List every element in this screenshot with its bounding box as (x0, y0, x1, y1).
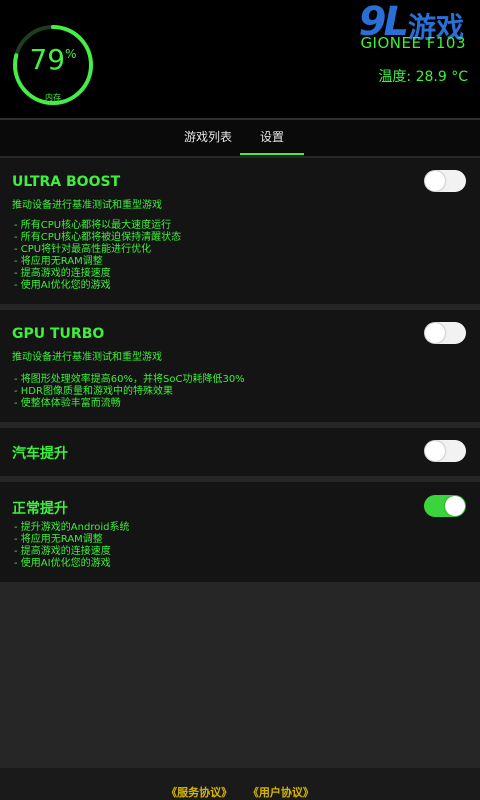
setting-feature-list: - 提升游戏的Android系统 - 将应用无RAM调整 - 提高游戏的连接速度… (14, 522, 129, 570)
toggle-knob (425, 441, 445, 461)
list-item: - CPU将针对最高性能进行优化 (14, 244, 152, 255)
list-item: - 使用AI优化您的游戏 (14, 558, 111, 569)
setting-card-gpu-turbo: GPU TURBO 推动设备进行基准测试和重型游戏 - 将图形处理效率提高60%… (0, 310, 480, 422)
toggle-knob (445, 496, 465, 516)
memory-label: 内存 (45, 93, 61, 102)
user-agreement-link[interactable]: 《用户协议》 (248, 786, 314, 799)
setting-subtitle: 推动设备进行基准测试和重型游戏 (12, 352, 162, 363)
tab-settings[interactable]: 设置 (240, 120, 304, 156)
active-tab-indicator (240, 153, 304, 155)
normal-boost-toggle[interactable] (424, 495, 466, 517)
setting-title: ULTRA BOOST (12, 174, 121, 190)
toggle-knob (425, 171, 445, 191)
service-agreement-link[interactable]: 《服务协议》 (166, 786, 232, 799)
setting-title: 汽车提升 (12, 446, 68, 462)
header: 79% 内存 9L 游戏 GIONEE F103 温度: 28.9 °C (0, 0, 480, 118)
gpu-turbo-toggle[interactable] (424, 322, 466, 344)
ultra-boost-toggle[interactable] (424, 170, 466, 192)
auto-boost-toggle[interactable] (424, 440, 466, 462)
list-item: - 提高游戏的连接速度 (14, 268, 111, 279)
tab-game-list[interactable]: 游戏列表 (168, 120, 248, 156)
setting-feature-list: - 将图形处理效率提高60%，并将SoC功耗降低30% - HDR图像质量和游戏… (14, 374, 245, 410)
setting-subtitle: 推动设备进行基准测试和重型游戏 (12, 200, 162, 211)
list-item: - 所有CPU核心都将以最大速度运行 (14, 220, 172, 231)
memory-gauge: 79% 内存 (10, 22, 96, 108)
list-item: - 使用AI优化您的游戏 (14, 280, 111, 291)
setting-card-ultra-boost: ULTRA BOOST 推动设备进行基准测试和重型游戏 - 所有CPU核心都将以… (0, 158, 480, 304)
list-item: - 将应用无RAM调整 (14, 534, 103, 545)
setting-card-normal-boost: 正常提升 - 提升游戏的Android系统 - 将应用无RAM调整 - 提高游戏… (0, 482, 480, 582)
setting-title: GPU TURBO (12, 326, 105, 342)
footer-links: 《服务协议》 《用户协议》 (0, 784, 480, 800)
list-item: - 使整体体验丰富而流畅 (14, 398, 121, 409)
list-item: - HDR图像质量和游戏中的特殊效果 (14, 386, 173, 397)
list-item: - 提高游戏的连接速度 (14, 546, 111, 557)
temperature-readout: 温度: 28.9 °C (378, 69, 468, 85)
setting-feature-list: - 所有CPU核心都将以最大速度运行 - 所有CPU核心都将被迫保持清醒状态 -… (14, 220, 181, 292)
device-name: GIONEE F103 (360, 34, 466, 52)
list-item: - 将应用无RAM调整 (14, 256, 103, 267)
toggle-knob (425, 323, 445, 343)
memory-percent: 79% (29, 43, 77, 76)
setting-title: 正常提升 (12, 501, 68, 517)
list-item: - 所有CPU核心都将被迫保持清醒状态 (14, 232, 182, 243)
list-item: - 提升游戏的Android系统 (14, 522, 130, 533)
footer: 《服务协议》 《用户协议》 (0, 768, 480, 800)
tab-bar: 游戏列表 设置 (0, 120, 480, 156)
setting-card-auto-boost: 汽车提升 (0, 428, 480, 476)
list-item: - 将图形处理效率提高60%，并将SoC功耗降低30% (14, 374, 245, 385)
